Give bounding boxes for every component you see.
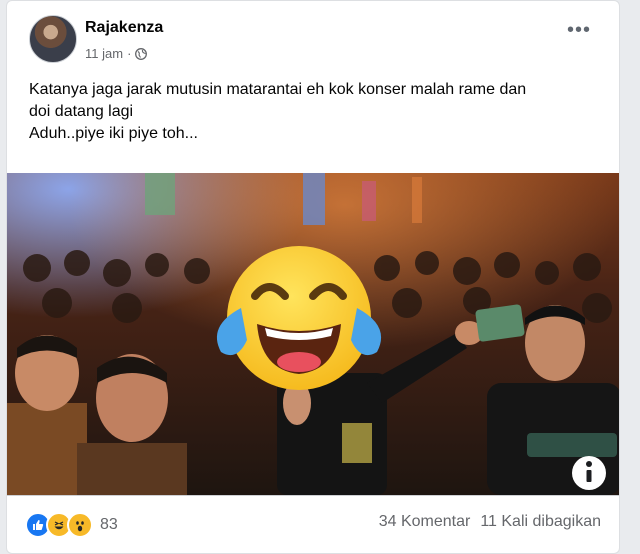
shares-count[interactable]: 11 Kali dibagikan xyxy=(480,513,601,531)
post-photo[interactable] xyxy=(7,173,619,495)
comments-count[interactable]: 34 Komentar xyxy=(379,513,471,531)
post-meta: 11 jam · xyxy=(85,46,148,61)
globe-icon xyxy=(135,47,148,60)
reaction-count: 83 xyxy=(100,516,118,533)
person-left xyxy=(7,335,87,495)
post-time[interactable]: 11 jam xyxy=(85,46,123,61)
author-name[interactable]: Rajakenza xyxy=(85,19,163,37)
facebook-post-card: Rajakenza 11 jam · ••• Katanya jaga jara… xyxy=(6,0,620,554)
post-footer: 83 34 Komentar 11 Kali dibagikan xyxy=(7,495,619,553)
more-options-icon[interactable]: ••• xyxy=(567,20,591,40)
phone xyxy=(475,304,525,342)
post-text-line: Aduh..piye iki piye toh... xyxy=(29,125,198,142)
post-header: Rajakenza 11 jam · ••• xyxy=(7,1,619,71)
post-text: Katanya jaga jarak mutusin matarantai eh… xyxy=(29,79,599,145)
stage-light xyxy=(303,173,325,225)
info-icon[interactable] xyxy=(572,456,606,490)
post-text-line: Katanya jaga jarak mutusin matarantai eh… xyxy=(29,81,527,98)
stage-light xyxy=(362,181,376,221)
wow-icon xyxy=(67,512,93,538)
post-stats: 34 Komentar 11 Kali dibagikan xyxy=(379,513,601,531)
stage-screen xyxy=(145,173,175,215)
author-avatar[interactable] xyxy=(29,15,77,63)
reactions-summary[interactable]: 83 xyxy=(25,512,118,538)
stage-light xyxy=(412,177,422,223)
post-text-line: doi datang lagi xyxy=(29,103,134,120)
